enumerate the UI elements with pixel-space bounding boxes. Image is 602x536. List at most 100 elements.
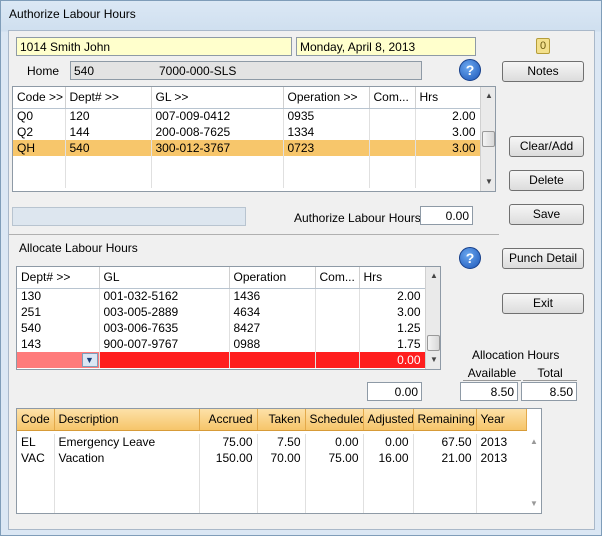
labour-grid[interactable]: Code >> Dept# >> GL >> Operation >> Com.… <box>12 86 496 192</box>
col-adjusted[interactable]: Adjusted <box>363 409 414 431</box>
cell-gl: 003-005-2889 <box>99 304 230 320</box>
home-field: 540 7000-000-SLS <box>70 61 422 80</box>
cell-dept: 251 <box>17 304 100 320</box>
help-icon[interactable]: ? <box>459 247 481 269</box>
available-hours-field[interactable]: 8.50 <box>460 382 518 401</box>
table-row[interactable]: VAC Vacation 150.00 70.00 75.00 16.00 21… <box>17 450 527 466</box>
cell-scheduled: 75.00 <box>305 450 364 466</box>
scroll-down-icon[interactable]: ▼ <box>481 175 495 189</box>
cell-com <box>315 304 360 320</box>
col-year[interactable]: Year <box>476 409 527 431</box>
delete-button[interactable]: Delete <box>509 170 584 191</box>
col-remaining[interactable]: Remaining <box>413 409 477 431</box>
scroll-down-icon[interactable]: ▼ <box>526 497 541 511</box>
cell-description: Vacation <box>54 450 200 466</box>
cell-gl: 900-007-9767 <box>99 336 230 352</box>
cell-hrs: 2.00 <box>415 108 481 124</box>
cell-operation: 0935 <box>283 108 370 124</box>
cell-dept: 144 <box>65 124 152 140</box>
clear-add-button[interactable]: Clear/Add <box>509 136 584 157</box>
cell-remaining: 21.00 <box>413 450 477 466</box>
col-com[interactable]: Com... <box>369 87 416 109</box>
table-row[interactable]: 130 001-032-5162 1436 2.00 <box>17 288 426 304</box>
punch-detail-button[interactable]: Punch Detail <box>502 248 584 269</box>
scroll-down-icon[interactable]: ▼ <box>426 353 440 367</box>
table-row[interactable]: 540 003-006-7635 8427 1.25 <box>17 320 426 336</box>
cell-hrs: 3.00 <box>415 124 481 140</box>
cell-gl: 003-006-7635 <box>99 320 230 336</box>
new-row-hrs[interactable]: 0.00 <box>359 352 426 368</box>
cell-hrs: 2.00 <box>359 288 426 304</box>
cell-com <box>315 320 360 336</box>
cell-com <box>369 140 416 156</box>
scroll-thumb[interactable] <box>427 335 440 351</box>
exit-button[interactable]: Exit <box>502 293 584 314</box>
table-row[interactable]: 143 900-007-9767 0988 1.75 <box>17 336 426 352</box>
cell-hrs: 1.25 <box>359 320 426 336</box>
home-label: Home <box>27 64 60 78</box>
col-operation[interactable]: Operation >> <box>283 87 370 109</box>
scroll-up-icon[interactable]: ▲ <box>526 435 541 449</box>
notes-button[interactable]: Notes <box>502 61 584 82</box>
scroll-up-icon[interactable]: ▲ <box>426 269 440 283</box>
col-operation[interactable]: Operation <box>229 267 316 289</box>
cell-operation: 1334 <box>283 124 370 140</box>
cell-dept: 120 <box>65 108 152 124</box>
table-row-selected[interactable]: QH 540 300-012-3767 0723 3.00 <box>13 140 481 156</box>
home-dept: 540 <box>74 64 95 78</box>
cell-code: VAC <box>17 450 55 466</box>
cell-operation: 0723 <box>283 140 370 156</box>
leave-balances-grid[interactable]: Code Description Accrued Taken Scheduled… <box>16 408 542 514</box>
scroll-thumb[interactable] <box>482 131 495 147</box>
dept-dropdown[interactable]: ▼ <box>17 352 100 368</box>
col-hrs[interactable]: Hrs <box>359 267 426 289</box>
allocate-total-field[interactable]: 0.00 <box>367 382 422 401</box>
labour-grid-scrollbar[interactable]: ▲ ▼ <box>480 87 495 191</box>
total-hours-field[interactable]: 8.50 <box>521 382 577 401</box>
cell-com <box>369 124 416 140</box>
paperclip-icon[interactable]: 0 <box>536 38 550 54</box>
status-field <box>12 207 246 226</box>
authorize-hours-field[interactable]: 0.00 <box>420 206 473 225</box>
col-gl[interactable]: GL >> <box>151 87 284 109</box>
help-icon[interactable]: ? <box>459 59 481 81</box>
cell-code: QH <box>13 140 66 156</box>
section-divider <box>9 234 499 235</box>
table-row[interactable]: 251 003-005-2889 4634 3.00 <box>17 304 426 320</box>
table-row[interactable]: EL Emergency Leave 75.00 7.50 0.00 0.00 … <box>17 434 527 450</box>
allocate-grid-scrollbar[interactable]: ▲ ▼ <box>425 267 440 369</box>
col-code[interactable]: Code <box>17 409 55 431</box>
col-taken[interactable]: Taken <box>257 409 306 431</box>
col-description[interactable]: Description <box>54 409 200 431</box>
cell-hrs: 3.00 <box>415 140 481 156</box>
col-hrs[interactable]: Hrs <box>415 87 481 109</box>
col-gl[interactable]: GL <box>99 267 230 289</box>
col-dept[interactable]: Dept# >> <box>65 87 152 109</box>
total-label: Total <box>523 366 577 381</box>
cell-com <box>369 108 416 124</box>
cell-operation: 1436 <box>229 288 316 304</box>
new-allocation-row[interactable]: ▼ 0.00 <box>17 352 426 368</box>
scroll-up-icon[interactable]: ▲ <box>481 89 495 103</box>
date-field[interactable]: Monday, April 8, 2013 <box>296 37 476 56</box>
cell-year: 2013 <box>476 450 527 466</box>
cell-dept: 143 <box>17 336 100 352</box>
chevron-down-icon[interactable]: ▼ <box>81 353 98 367</box>
save-button[interactable]: Save <box>509 204 584 225</box>
cell-hrs: 3.00 <box>359 304 426 320</box>
cell-com <box>315 288 360 304</box>
col-accrued[interactable]: Accrued <box>199 409 258 431</box>
available-label: Available <box>463 366 521 381</box>
allocate-grid[interactable]: Dept# >> GL Operation Com... Hrs 130 001… <box>16 266 441 370</box>
cell-gl: 007-009-0412 <box>151 108 284 124</box>
balances-scrollbar[interactable]: ▲ ▼ <box>526 431 541 513</box>
home-gl: 7000-000-SLS <box>159 64 237 78</box>
col-code[interactable]: Code >> <box>13 87 66 109</box>
col-dept[interactable]: Dept# >> <box>17 267 100 289</box>
table-row[interactable]: Q0 120 007-009-0412 0935 2.00 <box>13 108 481 124</box>
col-scheduled[interactable]: Scheduled <box>305 409 364 431</box>
cell-remaining: 67.50 <box>413 434 477 450</box>
table-row[interactable]: Q2 144 200-008-7625 1334 3.00 <box>13 124 481 140</box>
col-com[interactable]: Com... <box>315 267 360 289</box>
employee-field[interactable]: 1014 Smith John <box>16 37 292 56</box>
